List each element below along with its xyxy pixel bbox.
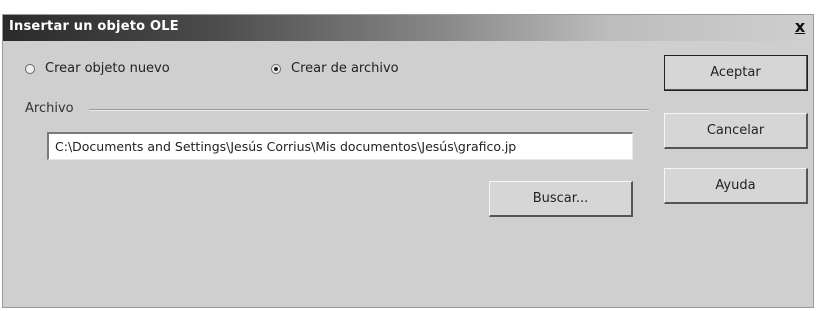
radio-create-new[interactable]: Crear objeto nuevo [25, 61, 170, 76]
accept-button-label: Aceptar [710, 65, 761, 80]
radio-create-from-file-indicator[interactable] [271, 63, 281, 74]
cancel-button-label: Cancelar [706, 123, 765, 138]
file-path-input[interactable] [47, 132, 633, 160]
radio-create-new-label: Crear objeto nuevo [45, 61, 170, 76]
accept-button[interactable]: Aceptar [664, 55, 808, 91]
radio-create-from-file[interactable]: Crear de archivo [271, 61, 399, 76]
browse-button[interactable]: Buscar... [489, 181, 633, 217]
help-button-label: Ayuda [715, 178, 756, 193]
file-group-label: Archivo [25, 101, 80, 116]
insert-ole-object-dialog: Insertar un objeto OLE x Crear objeto nu… [2, 14, 814, 308]
title-bar: Insertar un objeto OLE x [3, 15, 813, 41]
radio-create-from-file-label: Crear de archivo [291, 61, 399, 76]
browse-button-label: Buscar... [532, 191, 589, 206]
close-button[interactable]: x [791, 17, 809, 37]
file-group-divider [89, 109, 649, 111]
cancel-button[interactable]: Cancelar [664, 113, 808, 149]
radio-create-new-indicator[interactable] [25, 63, 35, 74]
dialog-title: Insertar un objeto OLE [9, 19, 179, 34]
help-button[interactable]: Ayuda [664, 168, 808, 204]
